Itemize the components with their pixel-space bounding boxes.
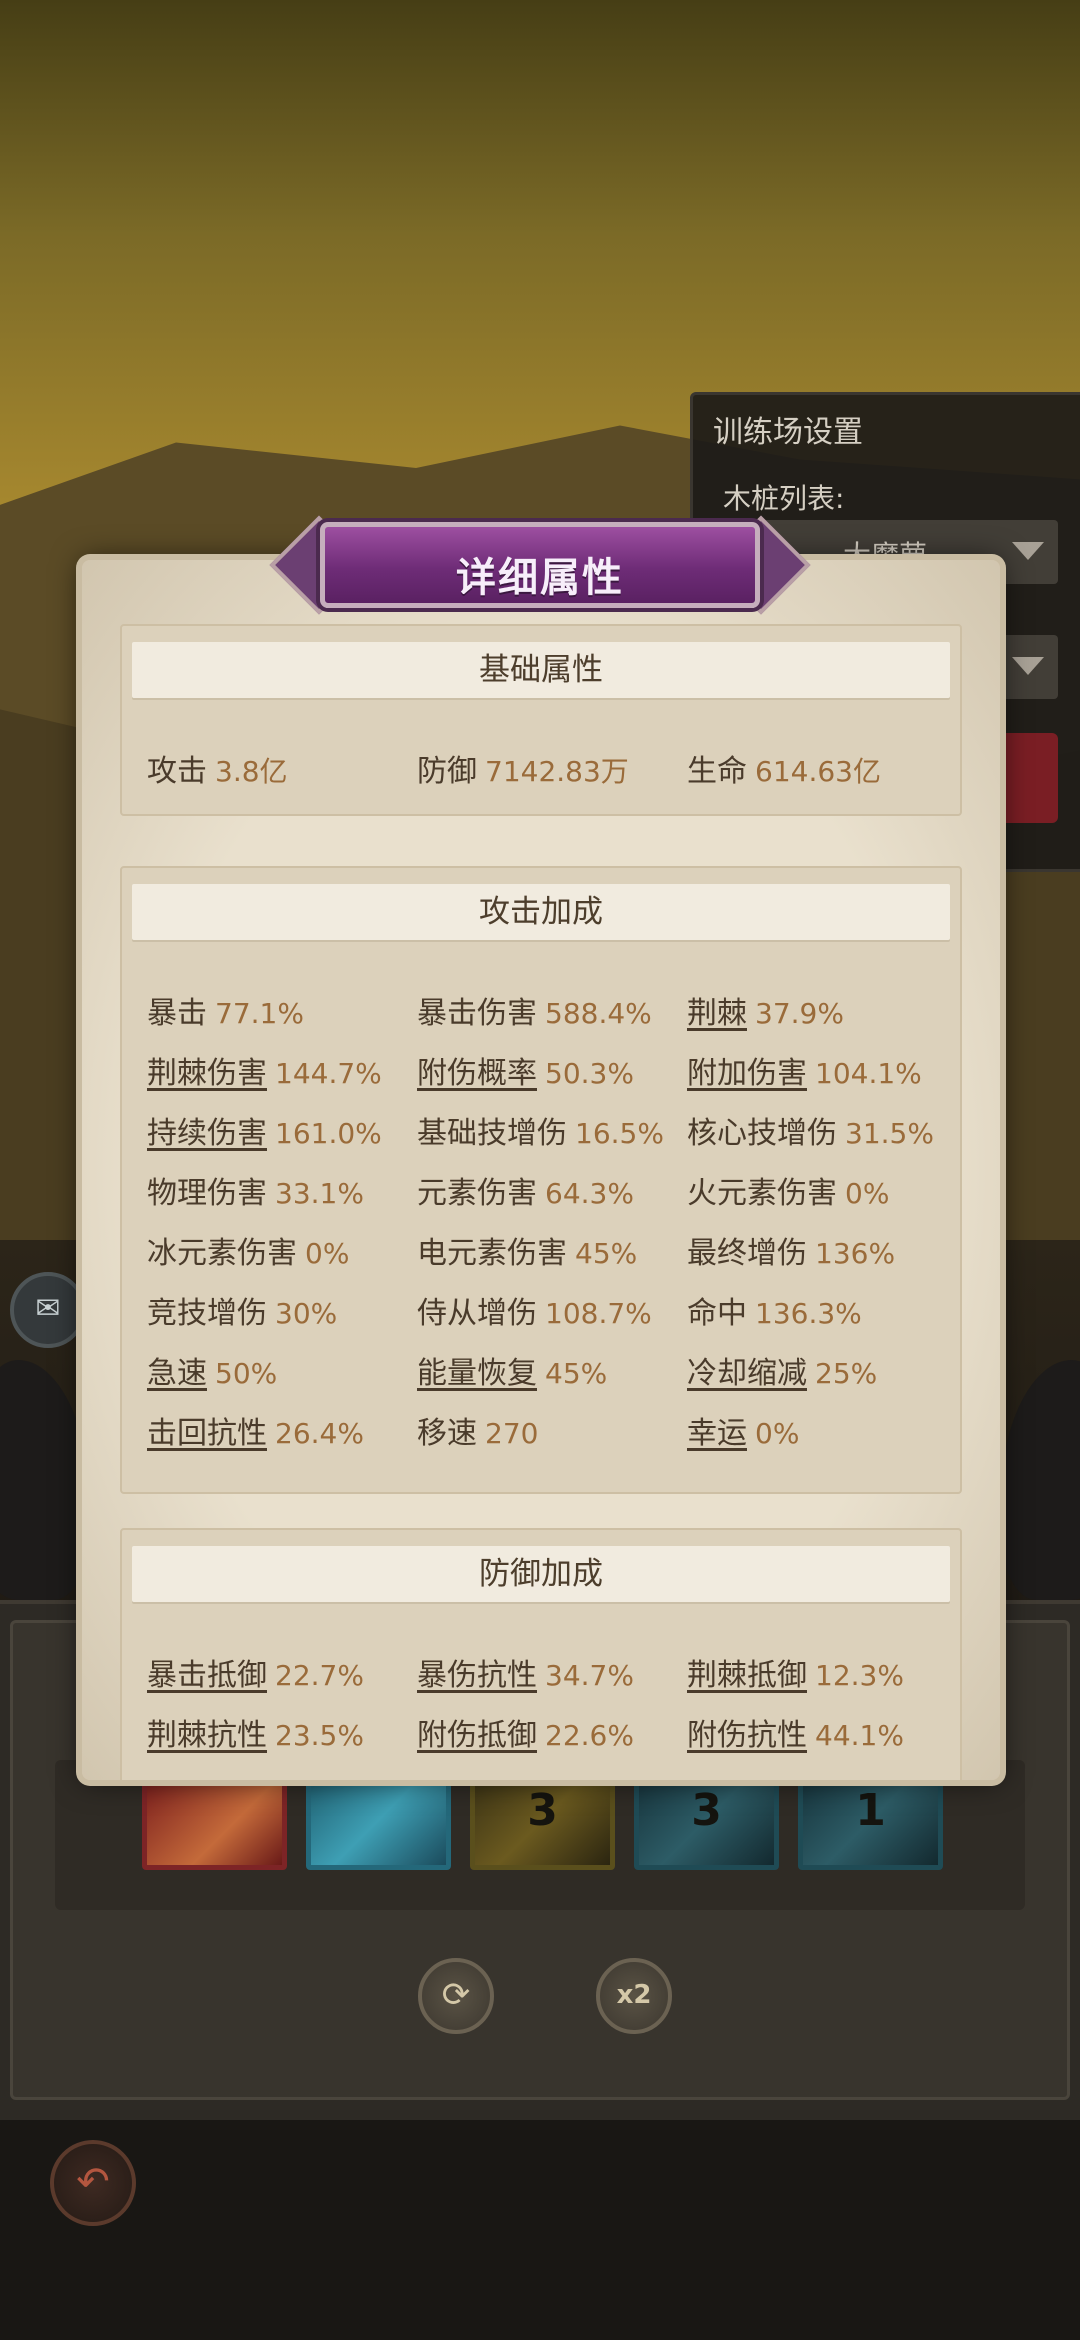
stat-energy-regen[interactable]: 能量恢复 45% <box>417 1348 607 1392</box>
stat-thorns-defense[interactable]: 荆棘抵御 12.3% <box>687 1650 904 1694</box>
section-header: 攻击加成 <box>132 884 950 940</box>
stat-arena-damage: 竞技增伤 30% <box>147 1296 338 1331</box>
stat-lightning-damage: 电元素伤害 45% <box>417 1236 638 1271</box>
stat-thorns-resist[interactable]: 荆棘抗性 23.5% <box>147 1710 364 1754</box>
section-title: 基础属性 <box>479 652 603 688</box>
section-defense-bonus: 防御加成 暴击抵御 22.7% 暴伤抗性 34.7% 荆棘抵御 12.3% 荆棘抗性 2… <box>120 1528 962 1780</box>
stat-fire-damage: 火元素伤害 0% <box>687 1176 890 1211</box>
dummy-list-label: 木桩列表: <box>723 482 845 515</box>
stat-thorns[interactable]: 荆棘 37.9% <box>687 988 844 1032</box>
banner-plate: 详细属性 <box>320 522 760 608</box>
stat-knockback-resist[interactable]: 击回抗性 26.4% <box>147 1408 364 1452</box>
section-header: 防御加成 <box>132 1546 950 1602</box>
chat-icon: ✉ <box>35 1291 61 1326</box>
refresh-button[interactable]: ⟳ <box>418 1958 494 2034</box>
training-settings-title: 训练场设置 <box>713 415 863 450</box>
stat-elemental-damage: 元素伤害 64.3% <box>417 1176 634 1211</box>
stat-minion-damage: 侍从增伤 108.7% <box>417 1296 652 1331</box>
stat-accuracy: 命中 136.3% <box>687 1296 862 1331</box>
speed-button[interactable]: x2 <box>596 1958 672 2034</box>
section-title: 防御加成 <box>479 1556 603 1592</box>
section-attack-bonus: 攻击加成 暴击 77.1% 暴击伤害 588.4% 荆棘 37.9% 荆棘伤害 144.… <box>120 866 962 1494</box>
section-title: 攻击加成 <box>479 894 603 930</box>
stat-cooldown-reduction[interactable]: 冷却缩减 25% <box>687 1348 877 1392</box>
detail-attributes-modal: 基础属性 攻击 3.8亿 防御 7142.83万 生命 614.63亿 攻击加成 暴击… <box>82 560 1000 1780</box>
stat-physical-damage: 物理伤害 33.1% <box>147 1176 364 1211</box>
stat-final-damage: 最终增伤 136% <box>687 1236 896 1271</box>
stat-hp: 生命 614.63亿 <box>687 754 881 789</box>
back-arrow-icon: ↶ <box>76 2159 110 2205</box>
skill-card-1[interactable] <box>142 1770 287 1870</box>
stat-move-speed: 移速 270 <box>417 1416 539 1451</box>
stat-haste[interactable]: 急速 50% <box>147 1348 277 1392</box>
skill-card-3[interactable]: 3 <box>470 1770 615 1870</box>
footer-bar <box>0 2120 1080 2340</box>
back-button[interactable]: ↶ <box>50 2140 136 2226</box>
stat-extra-hit-resist[interactable]: 附伤抗性 44.1% <box>687 1710 904 1754</box>
stat-defense: 防御 7142.83万 <box>417 754 629 789</box>
refresh-icon: ⟳ <box>441 1975 471 2015</box>
stat-core-skill-bonus: 核心技增伤 31.5% <box>687 1116 934 1151</box>
stat-attack: 攻击 3.8亿 <box>147 754 288 789</box>
stat-extra-hit-chance[interactable]: 附伤概率 50.3% <box>417 1048 634 1092</box>
stat-crit-damage-resist[interactable]: 暴伤抗性 34.7% <box>417 1650 634 1694</box>
modal-title-banner: 详细属性 <box>269 515 811 615</box>
stat-extra-hit-defense[interactable]: 附伤抵御 22.6% <box>417 1710 634 1754</box>
modal-title: 详细属性 <box>456 555 624 601</box>
stat-dot-damage[interactable]: 持续伤害 161.0% <box>147 1108 382 1152</box>
stat-thorns-damage[interactable]: 荆棘伤害 144.7% <box>147 1048 382 1092</box>
chevron-down-icon <box>1012 542 1044 560</box>
stat-crit-damage: 暴击伤害 588.4% <box>417 996 652 1031</box>
section-header: 基础属性 <box>132 642 950 698</box>
stat-crit: 暴击 77.1% <box>147 996 304 1031</box>
chevron-down-icon <box>1012 657 1044 675</box>
stat-luck[interactable]: 幸运 0% <box>687 1408 799 1452</box>
skill-card-5[interactable]: 1 <box>798 1770 943 1870</box>
skill-card-2[interactable] <box>306 1770 451 1870</box>
stat-extra-damage[interactable]: 附加伤害 104.1% <box>687 1048 922 1092</box>
chat-button[interactable]: ✉ <box>10 1272 86 1348</box>
skill-card-4[interactable]: 3 <box>634 1770 779 1870</box>
section-basic-attributes: 基础属性 攻击 3.8亿 防御 7142.83万 生命 614.63亿 <box>120 624 962 816</box>
stat-crit-defense[interactable]: 暴击抵御 22.7% <box>147 1650 364 1694</box>
stat-ice-damage: 冰元素伤害 0% <box>147 1236 350 1271</box>
stat-basic-skill-bonus: 基础技增伤 16.5% <box>417 1116 664 1151</box>
